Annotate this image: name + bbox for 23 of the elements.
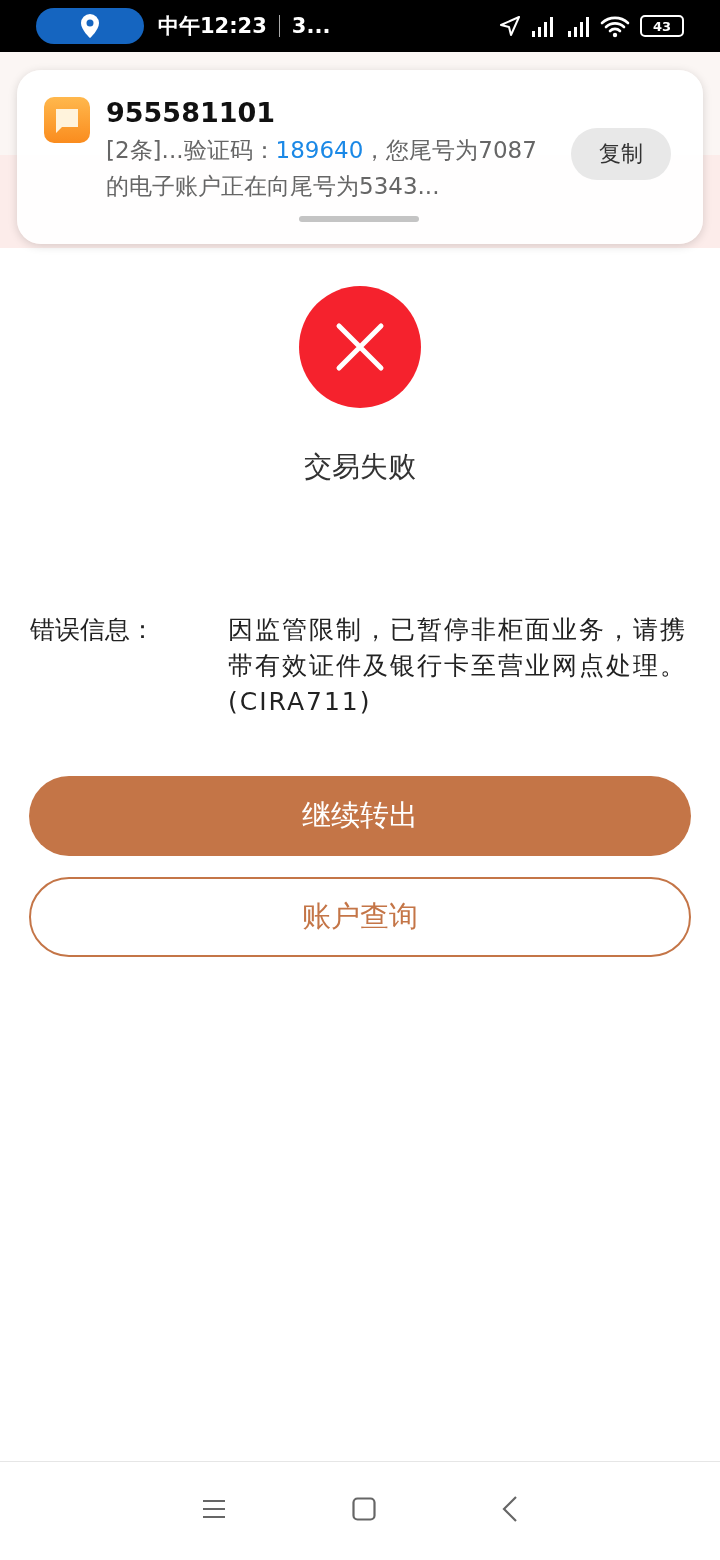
verification-code: 189640 <box>275 137 364 163</box>
location-pin-icon <box>80 13 100 39</box>
back-icon[interactable] <box>502 1496 518 1522</box>
battery-icon: 43 <box>640 15 684 37</box>
error-label: 错误信息： <box>30 614 156 646</box>
home-icon[interactable] <box>352 1497 376 1521</box>
notification-message: [2条]...验证码：189640，您尾号为7087的电子账户正在向尾号为5343... <box>106 136 538 201</box>
result-title: 交易失败 <box>304 449 416 485</box>
action-button[interactable]: 继续转出 <box>29 776 691 856</box>
error-message: 因监管限制，已暂停非柜面业务，请携带有效证件及银行卡至营业网点处理。(CIRA711) <box>228 614 688 718</box>
notification-card[interactable]: 955581101 [2条]...验证码：189640，您尾号为7087的电子账户正在向尾号为5343... 复制 <box>17 70 703 244</box>
action-button[interactable]: 账户查询 <box>29 877 691 957</box>
menu-icon[interactable] <box>202 1499 226 1519</box>
drag-handle[interactable] <box>299 216 419 222</box>
status-time: 中午12:23 <box>158 13 267 40</box>
copy-button[interactable]: 复制 <box>571 128 671 180</box>
notification-sender: 955581101 <box>106 97 276 128</box>
navigation-arrow-icon <box>498 14 522 38</box>
location-chip[interactable] <box>36 8 144 44</box>
messages-app-icon <box>44 97 90 143</box>
wifi-icon <box>600 14 630 38</box>
status-text: 3... <box>291 14 331 38</box>
error-icon <box>299 286 421 408</box>
